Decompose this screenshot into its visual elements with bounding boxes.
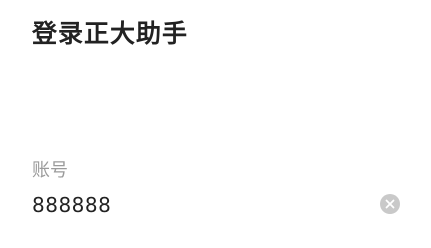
account-label: 账号 xyxy=(32,160,68,181)
close-icon xyxy=(385,199,395,209)
clear-input-button[interactable] xyxy=(380,194,400,214)
login-screen: 登录正大助手 账号 xyxy=(0,0,431,248)
page-title: 登录正大助手 xyxy=(32,19,189,48)
account-input[interactable] xyxy=(30,190,374,220)
